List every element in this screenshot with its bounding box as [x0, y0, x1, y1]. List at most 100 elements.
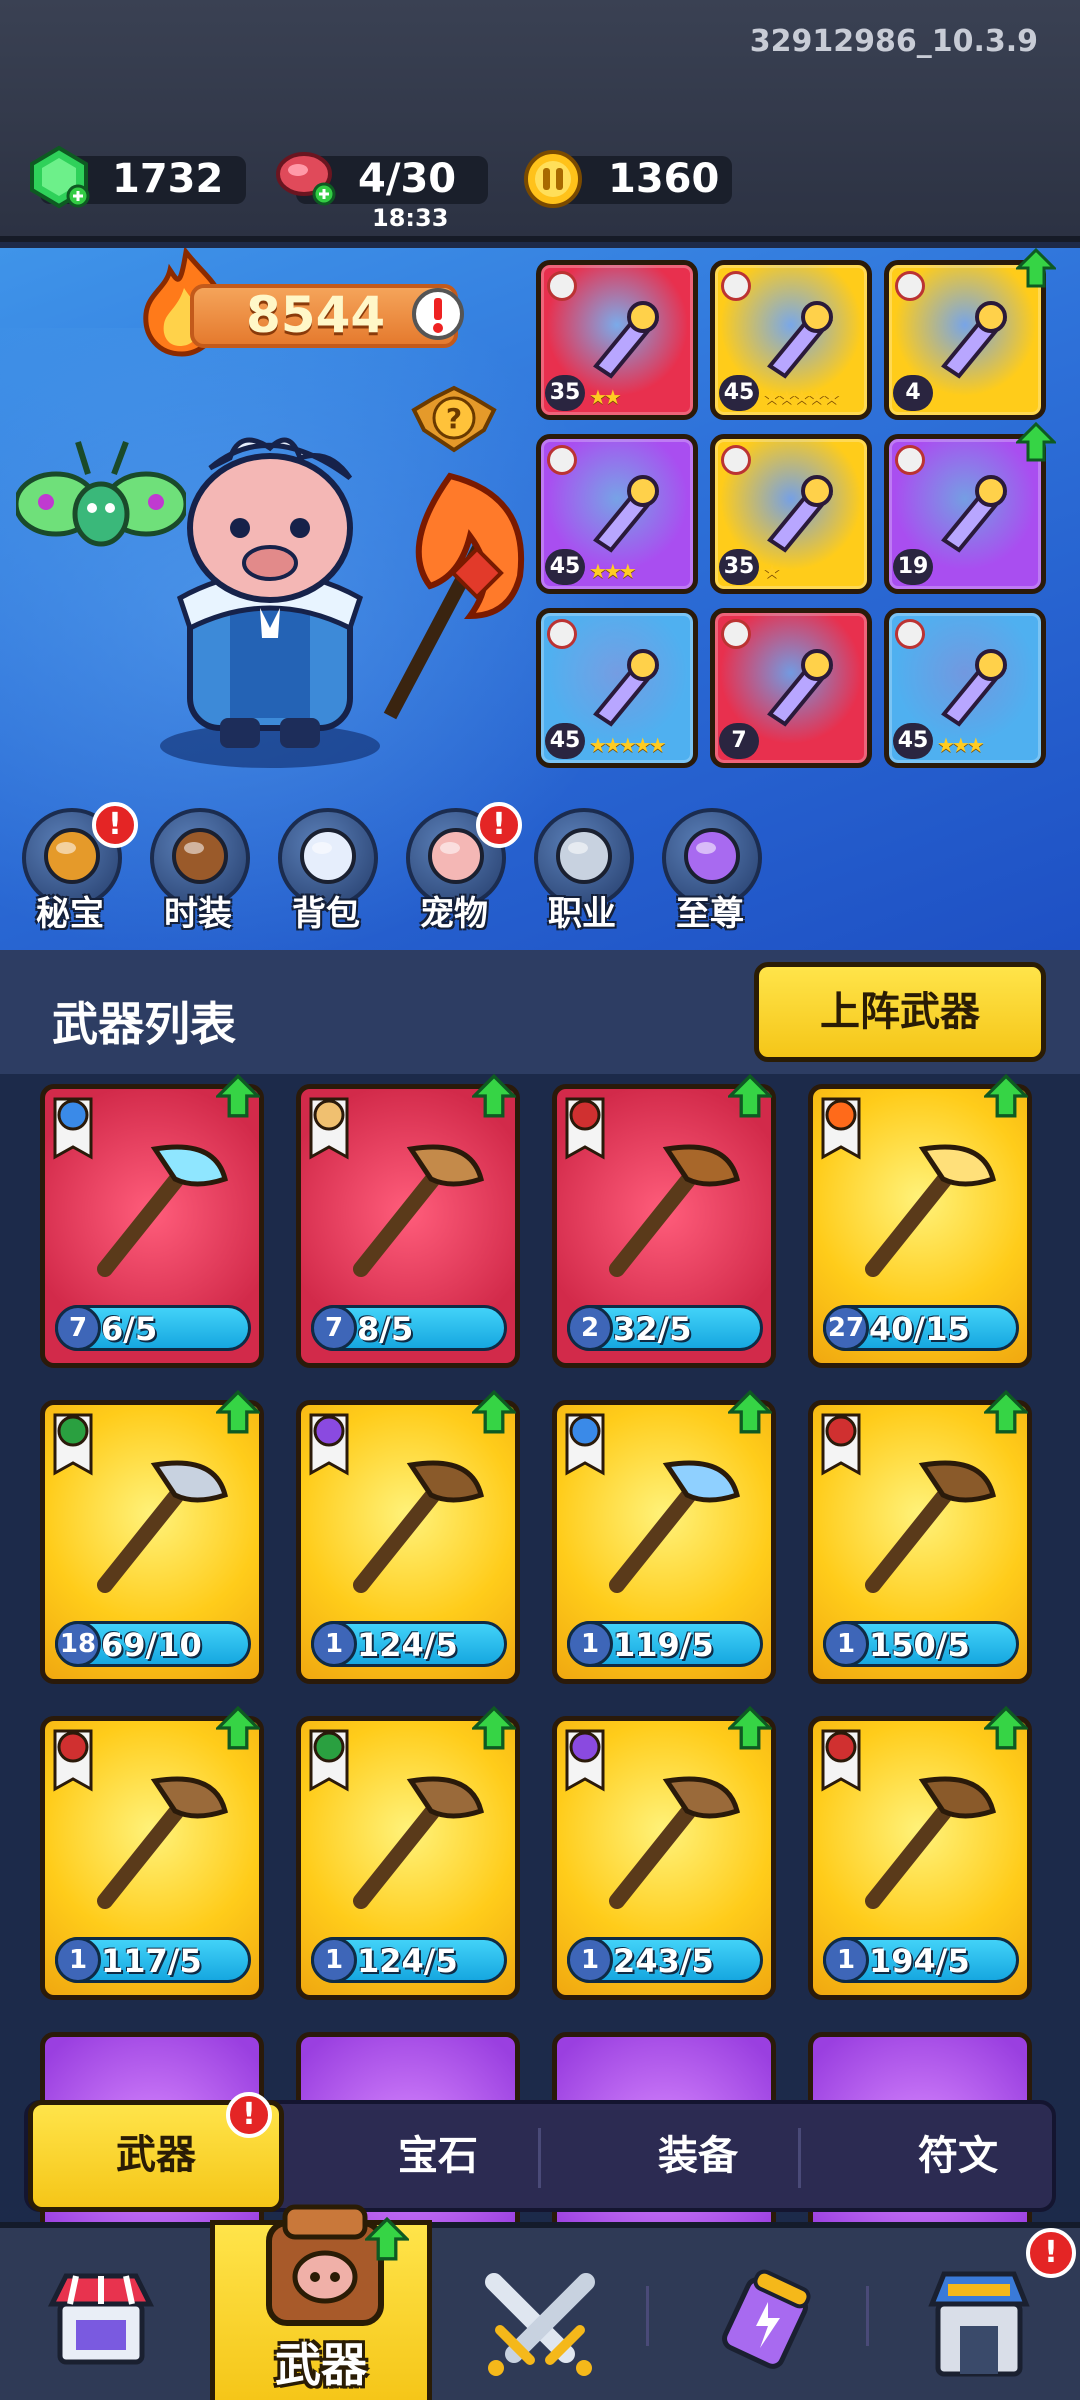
element-badge-icon [547, 271, 577, 301]
upgrade-arrow-icon [365, 2217, 409, 2261]
equipment-slot[interactable]: 35 ★ [710, 434, 872, 594]
equipment-slot[interactable]: 45 ★★★★★ [710, 260, 872, 420]
equipment-slot[interactable]: 7 [710, 608, 872, 768]
menu-button[interactable]: 职业 [526, 808, 638, 934]
card-count: 117/5 [101, 1942, 202, 1980]
weapon-card[interactable]: 7 8/5 [296, 1084, 520, 1368]
equipment-slot[interactable]: 45 ★★★ [536, 434, 698, 594]
menu-button-label: 宠物 [420, 894, 488, 934]
equipment-level: 45 [719, 375, 759, 411]
weapon-art-icon [353, 1460, 484, 1593]
upgrade-arrow-icon [728, 1074, 772, 1118]
power-info-icon[interactable] [410, 286, 466, 342]
menu-button[interactable]: 至尊 [654, 808, 766, 934]
nav-scroll[interactable] [660, 2228, 860, 2400]
weapon-art-icon [97, 1776, 228, 1909]
weapon-art-icon [353, 1776, 484, 1909]
weapon-card[interactable]: 1 150/5 [808, 1400, 1032, 1684]
equipment-slot[interactable]: 35 ★★ [536, 260, 698, 420]
upgrade-arrow-icon [216, 1074, 260, 1118]
weapon-art-icon [865, 1144, 996, 1277]
card-count: 124/5 [357, 1626, 458, 1664]
building-icon [928, 2271, 1030, 2377]
weapon-card[interactable]: 1 119/5 [552, 1400, 776, 1684]
weapon-art-icon [353, 1144, 484, 1277]
menu-alert-badge: ! [92, 802, 138, 848]
equipment-level: 35 [719, 549, 759, 585]
card-count: 124/5 [357, 1942, 458, 1980]
inventory-sub-tabs: 武器 宝石 装备 符文 [24, 2100, 1056, 2212]
equipment-level: 45 [545, 549, 585, 585]
equipment-slot[interactable]: 45 ★★★★★ [536, 608, 698, 768]
element-badge-icon [895, 271, 925, 301]
menu-button[interactable]: 时装 [142, 808, 254, 934]
card-level: 1 [823, 1937, 869, 1983]
tab-equipment[interactable]: 装备 [570, 2104, 826, 2208]
element-badge-icon [895, 445, 925, 475]
equipment-level: 19 [893, 549, 933, 585]
menu-button-label: 职业 [548, 894, 616, 934]
weapon-art-icon [865, 1776, 996, 1909]
weapon-card[interactable]: 1 124/5 [296, 1716, 520, 2000]
deploy-weapon-button[interactable]: 上阵武器 [754, 962, 1046, 1062]
card-count: 194/5 [869, 1942, 970, 1980]
shop-icon [47, 2273, 155, 2365]
weapon-card[interactable]: 2 32/5 [552, 1084, 776, 1368]
card-level: 27 [823, 1305, 869, 1351]
weapon-card[interactable]: 1 124/5 [296, 1400, 520, 1684]
element-badge-icon [547, 445, 577, 475]
weapon-card[interactable]: 1 243/5 [552, 1716, 776, 2000]
crown-gem-icon [684, 828, 740, 884]
weapon-art-icon [865, 1460, 996, 1593]
gem-icon [30, 145, 90, 209]
upgrade-arrow-icon [472, 1706, 516, 1750]
equipment-item-icon [941, 649, 1007, 727]
weapon-card[interactable]: 18 69/10 [40, 1400, 264, 1684]
power-value: 8544 [246, 286, 386, 344]
equipment-item-icon [767, 301, 833, 379]
card-level: 2 [567, 1305, 613, 1351]
card-level: 7 [55, 1305, 101, 1351]
equipment-level: 45 [893, 723, 933, 759]
stamina-value: 4/30 [358, 156, 457, 202]
hero-weapon-sprite [383, 472, 525, 720]
upgrade-arrow-icon [728, 1706, 772, 1750]
upgrade-arrow-icon [472, 1390, 516, 1434]
equipment-item-icon [767, 649, 833, 727]
weapon-card[interactable]: 1 194/5 [808, 1716, 1032, 2000]
equipment-item-icon [941, 301, 1007, 379]
nav-shop[interactable] [0, 2228, 200, 2400]
upgrade-arrow-icon [1016, 248, 1056, 288]
menu-button-label: 时装 [164, 894, 232, 934]
equipment-slot[interactable]: 45 ★★★ [884, 608, 1046, 768]
weapon-card[interactable]: 7 6/5 [40, 1084, 264, 1368]
nav-battle[interactable] [440, 2228, 640, 2400]
element-badge-icon [547, 619, 577, 649]
equipment-level: 35 [545, 375, 585, 411]
tab-gem[interactable]: 宝石 [310, 2104, 566, 2208]
tab-rune[interactable]: 符文 [830, 2104, 1080, 2208]
build-version: 32912986_10.3.9 [749, 24, 1038, 59]
upgrade-arrow-icon [984, 1074, 1028, 1118]
weapon-card[interactable]: 1 117/5 [40, 1716, 264, 2000]
gems-value: 1732 [112, 156, 224, 202]
menu-alert-badge: ! [476, 802, 522, 848]
equipment-level: 4 [893, 375, 933, 411]
meat-icon [276, 152, 336, 206]
equipment-item-icon [593, 649, 659, 727]
upgrade-arrow-icon [216, 1706, 260, 1750]
card-count: 8/5 [357, 1310, 414, 1348]
menu-button[interactable]: 背包 [270, 808, 382, 934]
card-count: 40/15 [869, 1310, 970, 1348]
sword-class-icon [556, 828, 612, 884]
weapon-art-icon [609, 1776, 740, 1909]
element-badge-icon [721, 619, 751, 649]
weapon-card[interactable]: 27 40/15 [808, 1084, 1032, 1368]
upgrade-arrow-icon [728, 1390, 772, 1434]
upgrade-arrow-icon [216, 1390, 260, 1434]
nav-weapon[interactable]: 武器 [210, 2204, 432, 2400]
card-level: 1 [567, 1937, 613, 1983]
upgrade-arrow-icon [472, 1074, 516, 1118]
card-level: 7 [311, 1305, 357, 1351]
svg-text:?: ? [446, 402, 462, 435]
